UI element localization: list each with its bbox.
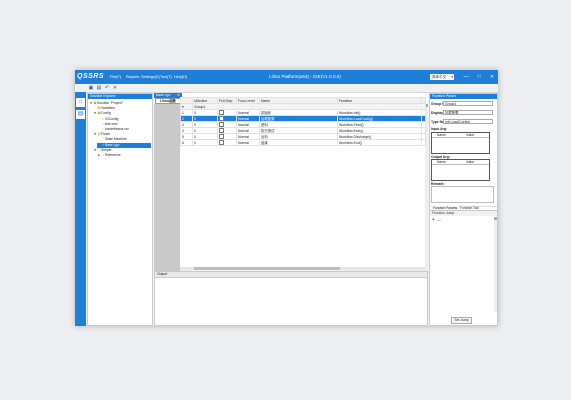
solution-explorer: Solution Explorer ▾ ▣Solution "Project" ▤V…	[87, 93, 153, 326]
window-title: Lilmo Platform(x64) - iOE(V1.0.0.0)	[269, 74, 341, 79]
set-jump-button[interactable]: Set Jump	[451, 317, 472, 324]
add-jump-button[interactable]: +	[432, 217, 435, 223]
display-name-field[interactable]: 加载配置	[443, 110, 493, 115]
output-panel: Output	[154, 271, 428, 326]
toolbar: ▣ ▤ ↶ ✕	[75, 84, 498, 93]
input-arg-header: Name Value	[432, 133, 489, 138]
output-arg-header: Name Value	[432, 160, 489, 165]
tree-item-label: IOConfig	[105, 116, 119, 121]
menu-settings[interactable]: Settings(S)	[141, 75, 160, 80]
cell-function[interactable]: Workflow.End()	[337, 139, 422, 146]
solution-explorer-title: Solution Explorer	[88, 94, 152, 99]
menu-tool[interactable]: Tool(T)	[160, 75, 172, 80]
remove-jump-button[interactable]: —	[437, 217, 441, 222]
tree-item-label: Base Lgo	[105, 142, 120, 147]
cell-id[interactable]: 0	[192, 139, 218, 146]
output-arg-table[interactable]: Name Value	[431, 159, 490, 181]
menu-help[interactable]: Help(H)	[174, 75, 187, 80]
cell-func-level[interactable]: Normal	[236, 139, 260, 146]
chevron-down-icon: ▾	[451, 75, 453, 79]
doc-tab-label: Base Lgo	[156, 93, 171, 97]
scroll-thumb[interactable]	[194, 267, 340, 270]
function-jump-panel: Function Jump + — Set Jump	[429, 210, 498, 326]
tree-item-label: tracimfiesna.xxr	[105, 127, 129, 131]
full-stop-checkbox[interactable]	[219, 122, 224, 127]
activity-bar: ⌂ ▤	[75, 92, 86, 326]
jump-scrollbar[interactable]	[494, 217, 497, 312]
tree-item-label: Simple	[101, 147, 112, 152]
full-stop-checkbox[interactable]	[219, 116, 224, 121]
input-arg-col-value: Value	[466, 133, 475, 137]
cell-name[interactable]: 结束	[259, 139, 338, 146]
close-icon[interactable]: ✕	[112, 85, 118, 91]
title-bar: QSSRS File(F) Reports Settings(S) Tool(T…	[75, 70, 498, 84]
home-icon[interactable]: ⌂	[76, 98, 85, 107]
full-stop-checkbox[interactable]	[219, 134, 224, 139]
menu-file[interactable]: File(F)	[110, 75, 121, 80]
language-select[interactable]: 简体中文 ▾	[430, 74, 454, 80]
type-name-field[interactable]: Init Load(Config)	[443, 119, 493, 124]
editor-gutter	[154, 104, 180, 292]
app-window: QSSRS File(F) Reports Settings(S) Tool(T…	[75, 70, 498, 326]
tree-item-label: test.xmx	[105, 121, 118, 126]
tree-item[interactable]: ▸ ▪Reference	[97, 153, 121, 158]
output-title: Output	[155, 272, 427, 278]
horizontal-scrollbar[interactable]	[180, 267, 425, 270]
menu-reports[interactable]: Reports	[126, 75, 139, 80]
scroll-thumb[interactable]	[494, 217, 497, 220]
undo-icon[interactable]: ↶	[104, 85, 110, 91]
app-logo: QSSRS	[77, 73, 105, 80]
cell-full-stop[interactable]	[217, 139, 237, 146]
open-icon[interactable]: ▤	[96, 85, 102, 91]
input-arg-label: Input Arg:	[431, 127, 448, 131]
tree-item-label: Reference	[105, 153, 121, 157]
input-arg-col-name: Name	[437, 133, 446, 137]
full-stop-checkbox[interactable]	[219, 128, 224, 133]
cell-index[interactable]: 6	[180, 139, 193, 146]
function-jump-title: Function Jump	[430, 211, 497, 216]
language-value: 简体中文	[432, 75, 447, 79]
function-param-title: Function Param	[430, 94, 497, 99]
project-icon[interactable]: ▤	[76, 110, 85, 119]
tree-item-label: Variables	[101, 106, 115, 111]
tree-item-label: Flows	[101, 132, 110, 137]
remark-field[interactable]	[431, 186, 494, 203]
full-stop-checkbox[interactable]	[219, 110, 224, 115]
close-window-button[interactable]: ✕	[488, 73, 496, 81]
maximize-button[interactable]: □	[475, 73, 483, 81]
tree-item-label: Config	[101, 111, 111, 116]
minimize-button[interactable]: —	[462, 73, 470, 81]
group-name-field[interactable]: Group1	[443, 101, 493, 106]
full-stop-checkbox[interactable]	[219, 140, 224, 145]
output-arg-col-name: Name	[437, 160, 446, 164]
tree-item-label: Solution "Project"	[97, 101, 124, 105]
function-grid: Id/Action Full Stop Func Level Name Func…	[180, 97, 426, 146]
output-arg-col-value: Value	[466, 160, 475, 164]
input-arg-table[interactable]: Name Value	[431, 132, 490, 154]
table-row[interactable]: 6 0 Normal 结束 Workflow.End()	[180, 139, 426, 146]
tree-item-label: State Machine	[105, 137, 127, 142]
cell-end	[421, 139, 426, 146]
save-icon[interactable]: ▣	[88, 85, 94, 91]
